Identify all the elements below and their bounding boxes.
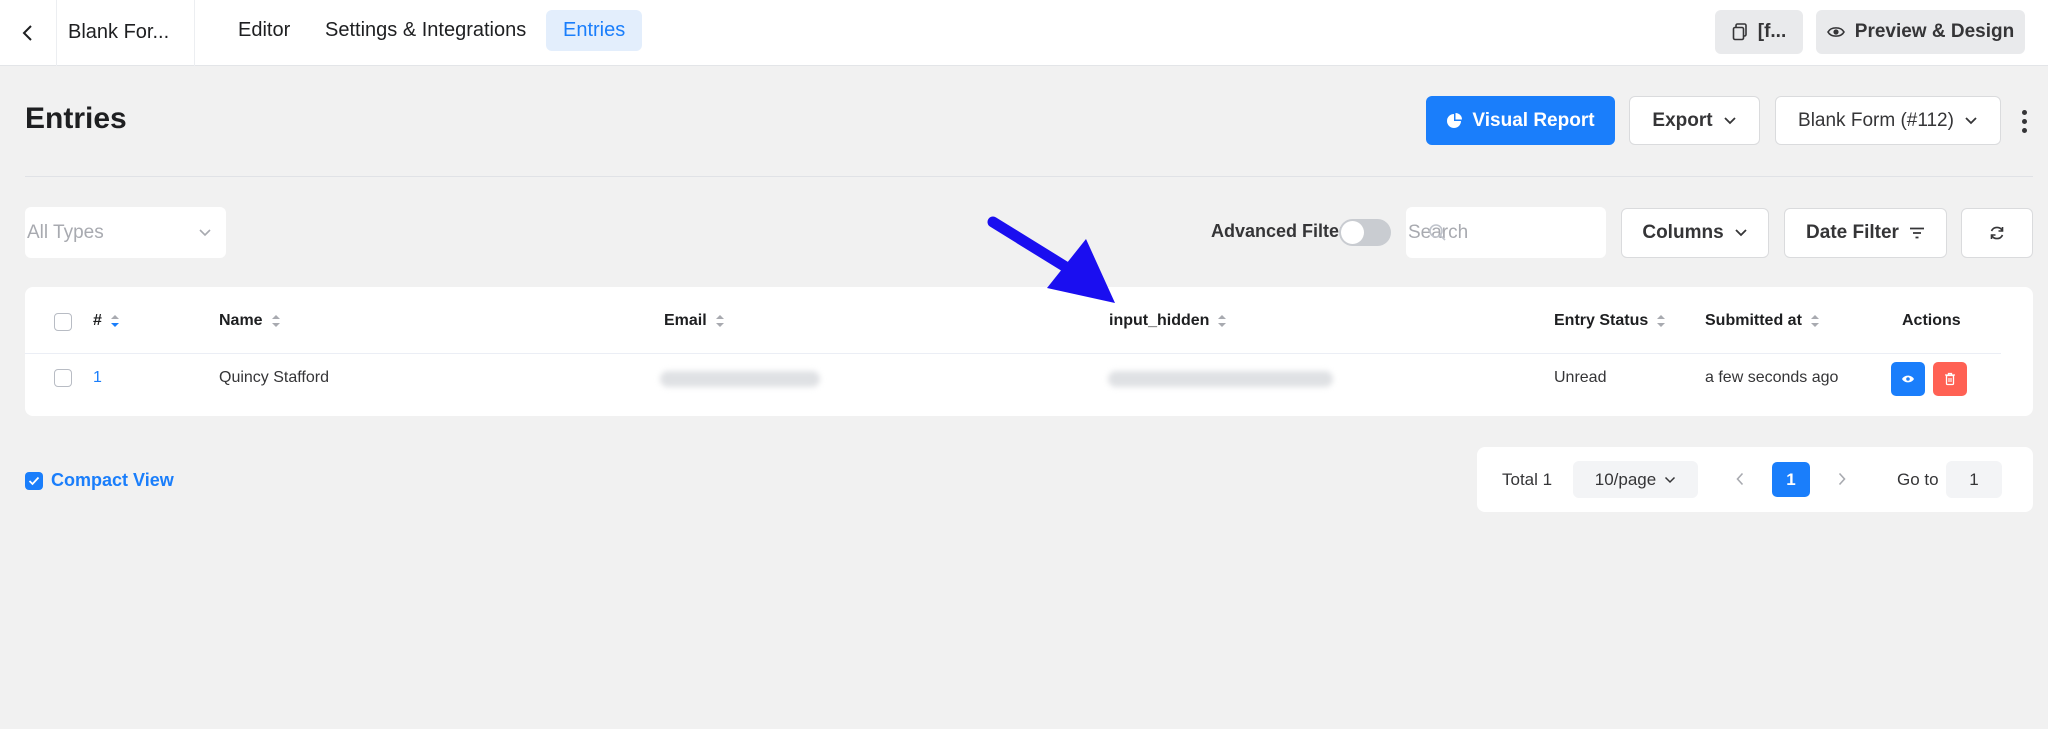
chevron-down-icon — [1735, 229, 1747, 237]
entries-table — [25, 287, 2033, 416]
compact-view-toggle[interactable]: Compact View — [25, 470, 174, 491]
visual-report-label: Visual Report — [1472, 109, 1595, 131]
column-header-input-hidden[interactable]: input_hidden — [1109, 311, 1227, 331]
export-dropdown[interactable]: Export — [1629, 96, 1760, 145]
more-options-icon[interactable] — [2014, 104, 2034, 138]
copy-icon — [1732, 23, 1747, 41]
pie-chart-icon — [1447, 112, 1463, 128]
select-all-checkbox[interactable] — [54, 313, 72, 331]
filter-icon — [1909, 227, 1924, 239]
tab-entries[interactable]: Entries — [546, 10, 643, 51]
visual-report-button[interactable]: Visual Report — [1426, 96, 1615, 145]
entry-status: Unread — [1554, 369, 1607, 386]
column-header-actions: Actions — [1902, 312, 1961, 329]
chevron-left-icon — [22, 25, 32, 41]
date-filter-button[interactable]: Date Filter — [1784, 208, 1947, 258]
entry-id-link[interactable]: 1 — [93, 368, 102, 388]
tab-editor[interactable]: Editor — [221, 10, 307, 51]
redacted-email — [660, 371, 820, 387]
goto-label: Go to — [1897, 470, 1939, 489]
shortcode-label: [f... — [1757, 21, 1787, 42]
top-bar: Blank For... Editor Settings & Integrati… — [0, 0, 2048, 66]
columns-dropdown[interactable]: Columns — [1621, 208, 1769, 258]
preview-design-label: Preview & Design — [1854, 21, 2015, 42]
column-header-email[interactable]: Email — [664, 311, 725, 331]
redacted-input-hidden — [1108, 371, 1333, 387]
sort-icon — [1218, 315, 1227, 327]
columns-label: Columns — [1642, 222, 1724, 243]
form-name: Blank For... — [68, 21, 170, 43]
refresh-icon — [1990, 226, 2004, 240]
advanced-filter-label: Advanced Filter — [1211, 221, 1347, 241]
sort-icon — [1810, 315, 1819, 327]
chevron-left-icon — [1736, 472, 1744, 486]
column-header-entry-status[interactable]: Entry Status — [1554, 311, 1666, 331]
goto-page-input[interactable] — [1946, 461, 2002, 498]
refresh-button[interactable] — [1961, 208, 2033, 258]
column-header-id[interactable]: # — [93, 311, 120, 331]
divider — [25, 353, 2001, 354]
page-size-label: 10/page — [1594, 469, 1657, 489]
column-header-submitted-at[interactable]: Submitted at — [1705, 311, 1820, 331]
chevron-down-icon — [199, 228, 211, 236]
chevron-right-icon — [1838, 472, 1846, 486]
view-entry-button[interactable] — [1891, 362, 1925, 396]
divider — [25, 176, 2033, 177]
prev-page-button[interactable] — [1728, 466, 1752, 492]
trash-icon — [1945, 372, 1955, 386]
row-checkbox[interactable] — [54, 369, 72, 387]
chevron-down-icon — [1965, 116, 1977, 124]
delete-entry-button[interactable] — [1933, 362, 1967, 396]
annotation-arrow-icon — [987, 216, 1115, 303]
date-filter-label: Date Filter — [1806, 222, 1899, 243]
sort-icon — [1657, 315, 1666, 327]
page-number-current[interactable]: 1 — [1772, 462, 1810, 497]
eye-icon — [1902, 375, 1914, 383]
form-select-dropdown[interactable]: Blank Form (#112) — [1775, 96, 2001, 145]
entry-type-placeholder: All Types — [27, 221, 104, 243]
eye-icon — [1826, 27, 1845, 37]
page-title: Entries — [25, 102, 127, 135]
entry-submitted-at: a few seconds ago — [1705, 369, 1839, 386]
entry-name: Quincy Stafford — [219, 369, 329, 386]
export-label: Export — [1652, 109, 1713, 131]
search-icon — [1429, 224, 1446, 241]
check-icon — [25, 471, 43, 490]
tab-settings-integrations[interactable]: Settings & Integrations — [308, 10, 543, 51]
next-page-button[interactable] — [1830, 466, 1854, 492]
pagination-total: Total 1 — [1502, 470, 1553, 489]
compact-view-label: Compact View — [51, 470, 174, 490]
page-size-select[interactable]: 10/page — [1573, 461, 1698, 498]
chevron-down-icon — [1723, 116, 1736, 124]
advanced-filter-toggle[interactable] — [1339, 219, 1391, 246]
column-header-name[interactable]: Name — [219, 311, 281, 331]
shortcode-button[interactable]: [f... — [1715, 10, 1803, 54]
chevron-down-icon — [1665, 476, 1676, 483]
sort-icon — [110, 315, 119, 327]
entry-type-select[interactable]: All Types — [25, 207, 226, 258]
form-select-label: Blank Form (#112) — [1798, 109, 1954, 131]
back-button[interactable] — [0, 0, 57, 66]
divider — [194, 0, 195, 66]
preview-design-button[interactable]: Preview & Design — [1816, 10, 2025, 54]
sort-icon — [271, 315, 280, 327]
sort-icon — [715, 315, 724, 327]
